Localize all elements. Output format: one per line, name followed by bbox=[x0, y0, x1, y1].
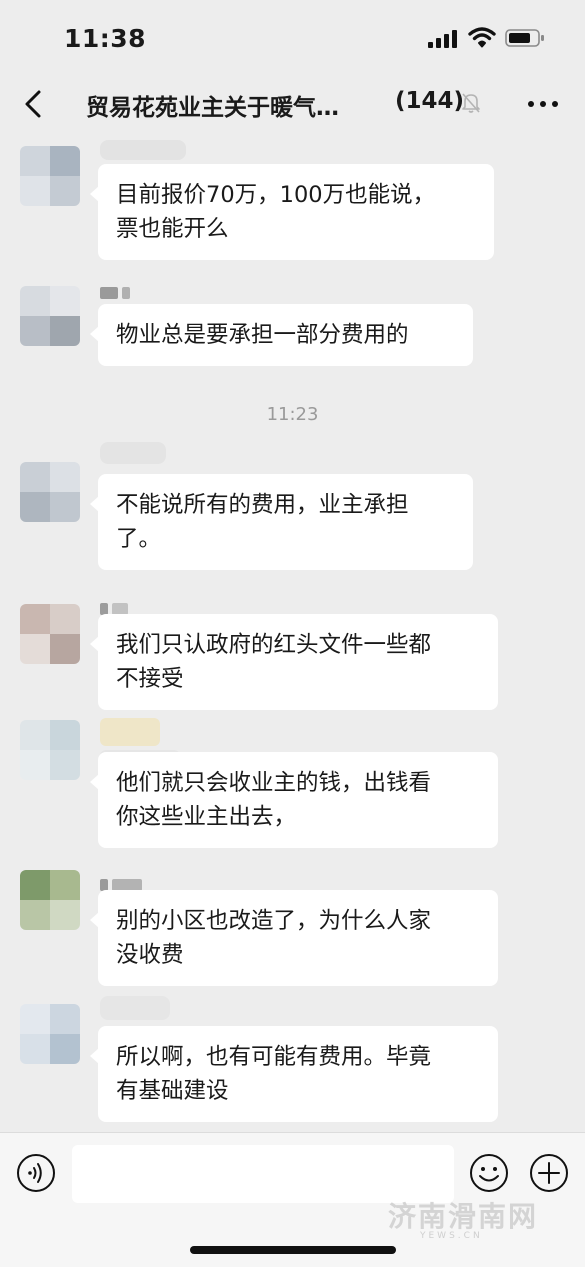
home-indicator[interactable] bbox=[190, 1246, 396, 1254]
avatar[interactable] bbox=[20, 870, 80, 930]
message-line: 别的小区也改造了，为什么人家 bbox=[116, 908, 432, 934]
message-line: 你这些业主出去， bbox=[116, 804, 297, 830]
message-line: 票也能开么 bbox=[116, 216, 229, 242]
avatar[interactable] bbox=[20, 604, 80, 664]
message-bubble[interactable]: 他们就只会收业主的钱，出钱看 你这些业主出去， bbox=[90, 752, 498, 848]
message-item: 我们只认政府的红头文件一些都 不接受 bbox=[0, 592, 585, 722]
sender-nickname-blurred bbox=[100, 718, 180, 810]
message-bubble[interactable]: 别的小区也改造了，为什么人家 没收费 bbox=[90, 890, 498, 986]
avatar[interactable] bbox=[20, 146, 80, 206]
message-line: 有基础建设 bbox=[116, 1078, 229, 1104]
emoji-icon[interactable] bbox=[469, 1153, 509, 1193]
message-line: 不接受 bbox=[116, 666, 184, 692]
message-line: 没收费 bbox=[116, 942, 184, 968]
cellular-signal-icon bbox=[428, 30, 457, 48]
avatar[interactable] bbox=[20, 1004, 80, 1064]
message-item: 物业总是要承担一部分费用的 bbox=[0, 274, 585, 374]
voice-icon[interactable] bbox=[16, 1153, 56, 1193]
message-line: 我们只认政府的红头文件一些都 bbox=[116, 632, 432, 658]
chat-timestamp: 11:23 bbox=[266, 404, 319, 425]
message-bubble[interactable]: 物业总是要承担一部分费用的 bbox=[90, 304, 473, 366]
sender-nickname-blurred bbox=[100, 442, 180, 464]
member-count: (144) bbox=[395, 88, 465, 114]
message-bubble[interactable]: 我们只认政府的红头文件一些都 不接受 bbox=[90, 614, 498, 710]
avatar[interactable] bbox=[20, 462, 80, 522]
message-item: 别的小区也改造了，为什么人家 没收费 bbox=[0, 862, 585, 992]
message-line: 了。 bbox=[116, 526, 162, 552]
chat-header: 贸易花苑业主关于暖气… (144) bbox=[0, 76, 585, 134]
wifi-icon bbox=[468, 27, 496, 48]
message-bubble[interactable]: 所以啊，也有可能有费用。毕竟 有基础建设 bbox=[90, 1026, 498, 1122]
message-bubble[interactable]: 目前报价70万，100万也能说， 票也能开么 bbox=[90, 164, 494, 260]
message-line: 所以啊，也有可能有费用。毕竟 bbox=[116, 1044, 432, 1070]
avatar[interactable] bbox=[20, 720, 80, 780]
plus-icon[interactable] bbox=[529, 1153, 569, 1193]
back-arrow-icon[interactable] bbox=[18, 86, 52, 122]
message-line: 物业总是要承担一部分费用的 bbox=[116, 322, 409, 348]
message-bubble[interactable]: 不能说所有的费用，业主承担 了。 bbox=[90, 474, 473, 570]
message-line: 目前报价70万，100万也能说， bbox=[116, 182, 436, 208]
chat-title[interactable]: 贸易花苑业主关于暖气… bbox=[86, 88, 376, 122]
message-list[interactable]: 目前报价70万，100万也能说， 票也能开么 物业总是要承担一部分费用的 11:… bbox=[0, 134, 585, 1132]
avatar[interactable] bbox=[20, 286, 80, 346]
input-bar: 济南滑南网 YEWS.CN bbox=[0, 1132, 585, 1267]
watermark-text: 济南滑南网 bbox=[388, 1200, 539, 1233]
message-item: 目前报价70万，100万也能说， 票也能开么 bbox=[0, 140, 585, 264]
watermark-subtext: YEWS.CN bbox=[420, 1231, 483, 1241]
status-time: 11:38 bbox=[64, 24, 147, 53]
message-item: 他们就只会收业主的钱，出钱看 你这些业主出去， bbox=[0, 718, 585, 848]
mute-bell-icon bbox=[462, 93, 480, 113]
sender-nickname-blurred bbox=[100, 284, 180, 300]
battery-icon bbox=[505, 29, 544, 47]
more-dots-icon[interactable] bbox=[526, 90, 560, 118]
sender-nickname-blurred bbox=[100, 140, 186, 160]
sender-nickname-blurred bbox=[100, 996, 180, 1020]
status-bar: 11:38 bbox=[0, 0, 585, 76]
message-line: 他们就只会收业主的钱，出钱看 bbox=[116, 770, 432, 796]
message-item: 所以啊，也有可能有费用。毕竟 有基础建设 bbox=[0, 996, 585, 1126]
message-line: 不能说所有的费用，业主承担 bbox=[116, 492, 409, 518]
message-item: 不能说所有的费用，业主承担 了。 bbox=[0, 440, 585, 570]
